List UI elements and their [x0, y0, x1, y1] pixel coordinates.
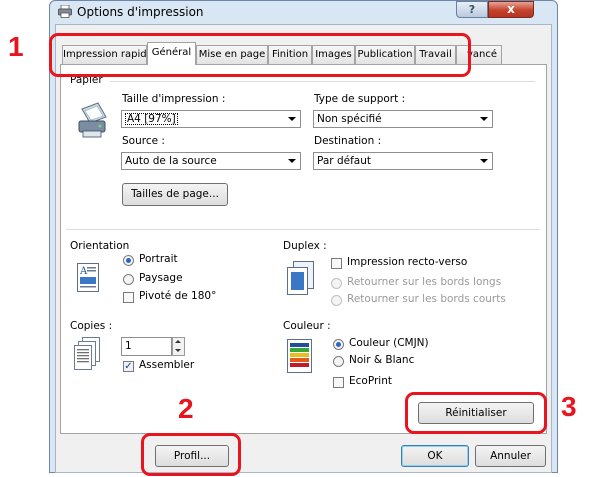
paysage-radio[interactable] — [123, 274, 134, 285]
portrait-radio[interactable] — [123, 255, 134, 266]
couleur-label: Couleur : — [283, 320, 331, 332]
copies-value: 1 — [125, 340, 132, 352]
assembler-label[interactable]: Assembler — [139, 359, 194, 371]
type-support-combo[interactable]: Non spécifié — [313, 110, 493, 128]
taille-value: A4 [97%] — [125, 113, 178, 125]
couleur-cmjn-radio[interactable] — [333, 339, 344, 350]
recto-verso-label[interactable]: Impression recto-verso — [347, 256, 467, 268]
paper-size-icon — [78, 102, 107, 138]
chevron-down-icon — [480, 117, 488, 121]
source-value: Auto de la source — [125, 155, 217, 167]
type-support-value: Non spécifié — [317, 113, 382, 125]
orientation-label: Orientation — [70, 240, 130, 252]
noir-blanc-label[interactable]: Noir & Blanc — [349, 354, 414, 366]
spin-down-icon[interactable] — [175, 349, 181, 352]
bords-courts-radio[interactable] — [331, 295, 342, 306]
chevron-down-icon — [480, 159, 488, 163]
portrait-page-icon: A — [77, 263, 99, 292]
ecoprint-checkbox[interactable] — [333, 377, 344, 388]
printer-icon — [58, 5, 72, 18]
profil-highlight-box — [141, 433, 241, 476]
papier-divider — [110, 81, 535, 82]
copies-spinner[interactable] — [172, 337, 185, 356]
source-label: Source : — [122, 135, 165, 147]
copies-label: Copies : — [70, 320, 113, 332]
couleur-cmjn-label[interactable]: Couleur (CMJN) — [349, 337, 429, 349]
svg-text:A: A — [79, 266, 88, 277]
pivote-label[interactable]: Pivoté de 180° — [139, 290, 216, 302]
copies-input[interactable]: 1 — [121, 337, 172, 356]
copies-icon — [74, 337, 100, 370]
color-page-icon — [287, 339, 312, 373]
noir-blanc-radio[interactable] — [333, 356, 344, 367]
tailles-de-page-button[interactable]: Tailles de page... — [122, 183, 228, 206]
close-button[interactable]: x — [488, 1, 534, 18]
callout-number-1: 1 — [8, 31, 24, 62]
callout-number-2: 2 — [178, 393, 194, 424]
taille-label: Taille d'impression : — [122, 93, 226, 105]
destination-combo[interactable]: Par défaut — [313, 152, 493, 170]
duplex-icon — [287, 261, 314, 295]
taille-combo[interactable]: A4 [97%] — [121, 110, 301, 128]
section-divider — [66, 229, 540, 230]
duplex-label: Duplex : — [283, 240, 327, 252]
spin-up-icon[interactable] — [175, 340, 181, 343]
destination-label: Destination : — [314, 135, 382, 147]
window-title: Options d'impression — [77, 5, 204, 19]
destination-value: Par défaut — [317, 155, 371, 167]
chevron-down-icon — [288, 117, 296, 121]
bords-longs-label[interactable]: Retourner sur les bords longs — [347, 276, 501, 288]
bords-longs-radio[interactable] — [331, 278, 342, 289]
chevron-down-icon — [288, 159, 296, 163]
ok-button[interactable]: OK — [401, 445, 469, 467]
reinitialiser-highlight-box — [405, 392, 547, 434]
callout-number-3: 3 — [561, 391, 577, 422]
help-button[interactable]: ? — [456, 1, 488, 18]
ecoprint-label[interactable]: EcoPrint — [349, 375, 392, 387]
source-combo[interactable]: Auto de la source — [121, 152, 301, 170]
portrait-label[interactable]: Portrait — [139, 253, 178, 265]
type-support-label: Type de support : — [314, 93, 406, 105]
pivote-checkbox[interactable] — [123, 292, 134, 303]
tabs-highlight-box — [49, 33, 471, 77]
recto-verso-checkbox[interactable] — [331, 258, 342, 269]
paysage-label[interactable]: Paysage — [139, 272, 183, 284]
assembler-checkbox[interactable]: ✓ — [123, 361, 134, 372]
bords-courts-label[interactable]: Retourner sur les bords courts — [347, 293, 506, 305]
annuler-button[interactable]: Annuler — [475, 445, 546, 467]
